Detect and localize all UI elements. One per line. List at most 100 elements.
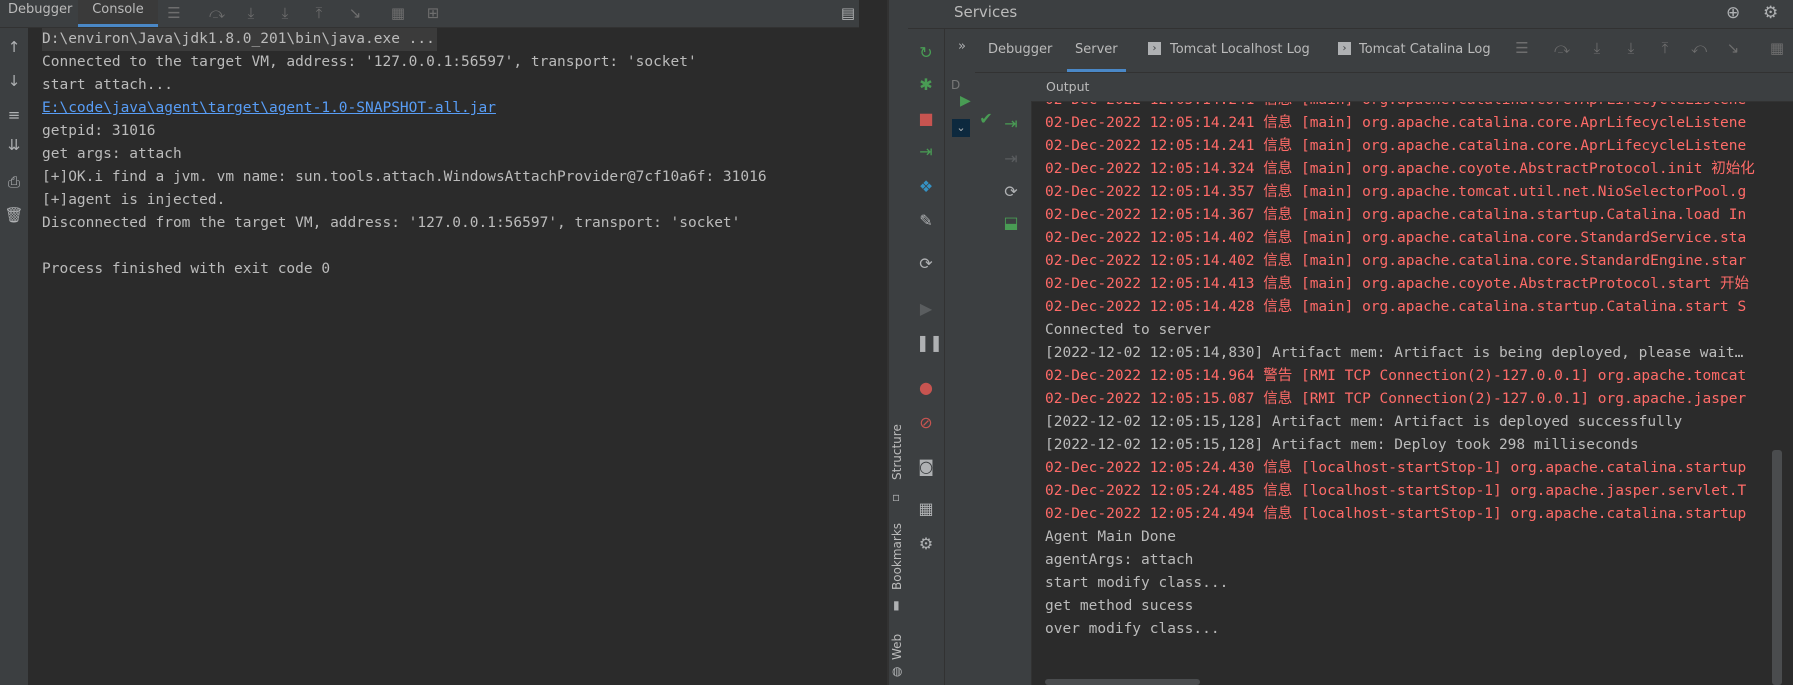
log-line: 02-Dec-2022 12:05:14.402 信息 [main] org.a… xyxy=(1045,230,1747,246)
refresh-icon[interactable]: ⟳ xyxy=(1001,182,1021,202)
tab-tomcat-localhost-log[interactable]: Tomcat Localhost Log xyxy=(1170,42,1310,72)
pause-icon[interactable]: ❚❚ xyxy=(916,333,943,353)
step-into-icon[interactable]: ⤓ xyxy=(241,3,261,23)
log-line: 02-Dec-2022 12:05:14.241 信息 [main] org.a… xyxy=(1045,138,1747,154)
step-out-icon[interactable]: ⤒ xyxy=(1655,38,1675,58)
log-line: 02-Dec-2022 12:05:14.367 信息 [main] org.a… xyxy=(1045,207,1747,223)
scroll-to-end-icon[interactable]: ⇊ xyxy=(4,135,24,155)
bookmark-icon[interactable]: ▮ xyxy=(893,598,900,612)
console-file-link[interactable]: E:\code\java\agent\target\agent-1.0-SNAP… xyxy=(42,97,496,120)
chevron-down-icon[interactable]: ⌄ xyxy=(952,119,970,137)
console-gutter-toolbar: ↑ ↓ ≡ ⇊ ⎙ 🗑 xyxy=(0,28,28,685)
update-icon[interactable]: ⇥ xyxy=(1001,114,1021,134)
structure-tool-label[interactable]: Structure xyxy=(890,424,904,480)
log-line: [2022-12-02 12:05:15,128] Artifact mem: … xyxy=(1045,414,1683,430)
run-to-cursor-icon[interactable]: ↘ xyxy=(345,3,365,23)
console-line: get args: attach xyxy=(42,146,182,162)
up-arrow-icon[interactable]: ↑ xyxy=(4,37,24,57)
tab-debugger[interactable]: Debugger xyxy=(988,42,1052,72)
console-output[interactable]: D:\environ\Java\jdk1.8.0_201\bin\java.ex… xyxy=(29,28,859,685)
log-line: 02-Dec-2022 12:05:14.413 信息 [main] org.a… xyxy=(1045,276,1750,292)
soft-wrap-icon[interactable]: ≡ xyxy=(4,105,24,125)
drop-frame-icon[interactable]: ⤺ xyxy=(1689,38,1709,58)
step-over-icon[interactable]: ⤼ xyxy=(1552,38,1572,58)
console-scrollbar[interactable] xyxy=(859,0,887,685)
server-output-console[interactable]: 02-Dec-2022 12:05:14.241 信息 [main] org.a… xyxy=(1032,102,1771,685)
table-icon[interactable]: ▦ xyxy=(388,3,408,23)
log-line: get method sucess xyxy=(1045,598,1194,614)
expand-icon[interactable]: » xyxy=(958,39,966,54)
trash-icon[interactable]: 🗑 xyxy=(4,205,24,225)
step-out-icon[interactable]: ⤒ xyxy=(309,3,329,23)
list-icon[interactable]: ☰ xyxy=(1512,38,1532,58)
tab-debugger[interactable]: Debugger xyxy=(6,0,72,27)
log-line: agentArgs: attach xyxy=(1045,552,1194,568)
update-icon[interactable]: ⇥ xyxy=(916,142,936,162)
log-line: 02-Dec-2022 12:05:14.324 信息 [main] org.a… xyxy=(1045,161,1755,177)
deploy-icon[interactable]: ❖ xyxy=(916,177,936,197)
log-line: 02-Dec-2022 12:05:24.485 信息 [localhost-s… xyxy=(1045,483,1747,499)
deploy-icon[interactable]: ⬓ xyxy=(1001,213,1021,233)
log-line: 02-Dec-2022 12:05:15.087 信息 [RMI TCP Con… xyxy=(1045,391,1747,407)
log-line: 02-Dec-2022 12:05:14.357 信息 [main] org.a… xyxy=(1045,184,1747,200)
bookmarks-tool-label[interactable]: Bookmarks xyxy=(890,523,904,590)
services-title: Services xyxy=(954,3,1018,21)
gear-icon[interactable]: ⚙ xyxy=(1763,3,1778,23)
left-tab-bar: Debugger Console ☰ ⤼ ⤓ ⤓ ⤒ ↘ ▦ ⊞ ▤ xyxy=(0,0,859,28)
tab-tomcat-catalina-log[interactable]: Tomcat Catalina Log xyxy=(1359,42,1491,72)
globe-icon[interactable]: ◍ xyxy=(892,664,902,678)
force-step-into-icon[interactable]: ⤓ xyxy=(275,3,295,23)
log-line: 02-Dec-2022 12:05:14.241 信息 [main] org.a… xyxy=(1045,115,1747,131)
settings-icon[interactable]: ⚙ xyxy=(916,534,936,554)
tree-node-label[interactable]: D xyxy=(951,78,960,92)
console-line: D:\environ\Java\jdk1.8.0_201\bin\java.ex… xyxy=(42,28,437,51)
console-line: Process finished with exit code 0 xyxy=(42,261,331,277)
camera-icon[interactable]: ◙ xyxy=(916,457,936,477)
run-to-cursor-icon[interactable]: ↘ xyxy=(1723,38,1743,58)
layout-icon[interactable]: ▤ xyxy=(838,3,858,23)
log-line: 02-Dec-2022 12:05:14.402 信息 [main] org.a… xyxy=(1045,253,1747,269)
debug-icon[interactable]: ✱ xyxy=(916,75,936,95)
table-icon[interactable]: ▦ xyxy=(1767,38,1787,58)
log-line: 02-Dec-2022 12:05:24.430 信息 [localhost-s… xyxy=(1045,460,1747,476)
output-vertical-scroll-thumb[interactable] xyxy=(1772,450,1782,685)
refresh-icon[interactable]: ⟳ xyxy=(916,254,936,274)
output-label: Output xyxy=(1046,79,1090,94)
list-icon[interactable]: ☰ xyxy=(164,3,184,23)
wrench-icon[interactable]: ✎ xyxy=(916,211,936,231)
console-line: Connected to the target VM, address: '12… xyxy=(42,54,697,70)
structure-icon[interactable]: ▫ xyxy=(892,490,900,504)
services-header: Services ⊕ ⚙ xyxy=(908,0,1793,29)
tab-server[interactable]: Server xyxy=(1067,42,1126,72)
log-line: Connected to server xyxy=(1045,322,1211,338)
crosshair-icon[interactable]: ⊕ xyxy=(1726,3,1740,23)
console-line: [+]agent is injected. xyxy=(42,192,226,208)
side-tool-strip: Structure ▫ Bookmarks ▮ Web ◍ xyxy=(889,0,908,685)
web-tool-label[interactable]: Web xyxy=(890,634,904,660)
log-line: Agent Main Done xyxy=(1045,529,1176,545)
step-into-icon[interactable]: ⤓ xyxy=(1587,38,1607,58)
output-horizontal-scroll-thumb[interactable] xyxy=(1045,679,1200,685)
rerun-icon[interactable]: ↻ xyxy=(916,43,936,63)
evaluate-icon[interactable]: ⊞ xyxy=(423,3,443,23)
layout-icon[interactable]: ▦ xyxy=(916,499,936,519)
redeploy-icon[interactable]: ⇥ xyxy=(1001,149,1021,169)
log-icon: › xyxy=(1338,42,1351,55)
force-step-into-icon[interactable]: ⤓ xyxy=(1621,38,1641,58)
services-tab-bar: » To Debugger Server › Tomcat Localhost … xyxy=(945,29,1793,86)
down-arrow-icon[interactable]: ↓ xyxy=(4,71,24,91)
tab-console[interactable]: Console xyxy=(78,0,158,27)
services-tree[interactable]: D ▶ ⌄ xyxy=(945,64,975,685)
resume-icon[interactable]: ▶ xyxy=(916,299,936,319)
checkmark-icon: ✔ xyxy=(979,109,993,128)
mute-breakpoints-icon[interactable]: ⊘ xyxy=(916,413,936,433)
output-header: Output xyxy=(1031,73,1793,102)
print-icon[interactable]: ⎙ xyxy=(4,172,24,192)
run-icon[interactable]: ▶ xyxy=(960,93,971,109)
breakpoints-icon[interactable]: ● xyxy=(916,378,936,398)
stop-icon[interactable]: ■ xyxy=(916,109,936,129)
output-toolbar: ✔ ⇥ ⇥ ⟳ ⬓ xyxy=(975,73,1032,685)
step-over-icon[interactable]: ⤼ xyxy=(207,3,227,23)
log-line: 02-Dec-2022 12:05:14.964 警告 [RMI TCP Con… xyxy=(1045,368,1747,384)
log-line: 02-Dec-2022 12:05:14.241 信息 [main] org.a… xyxy=(1045,102,1746,112)
